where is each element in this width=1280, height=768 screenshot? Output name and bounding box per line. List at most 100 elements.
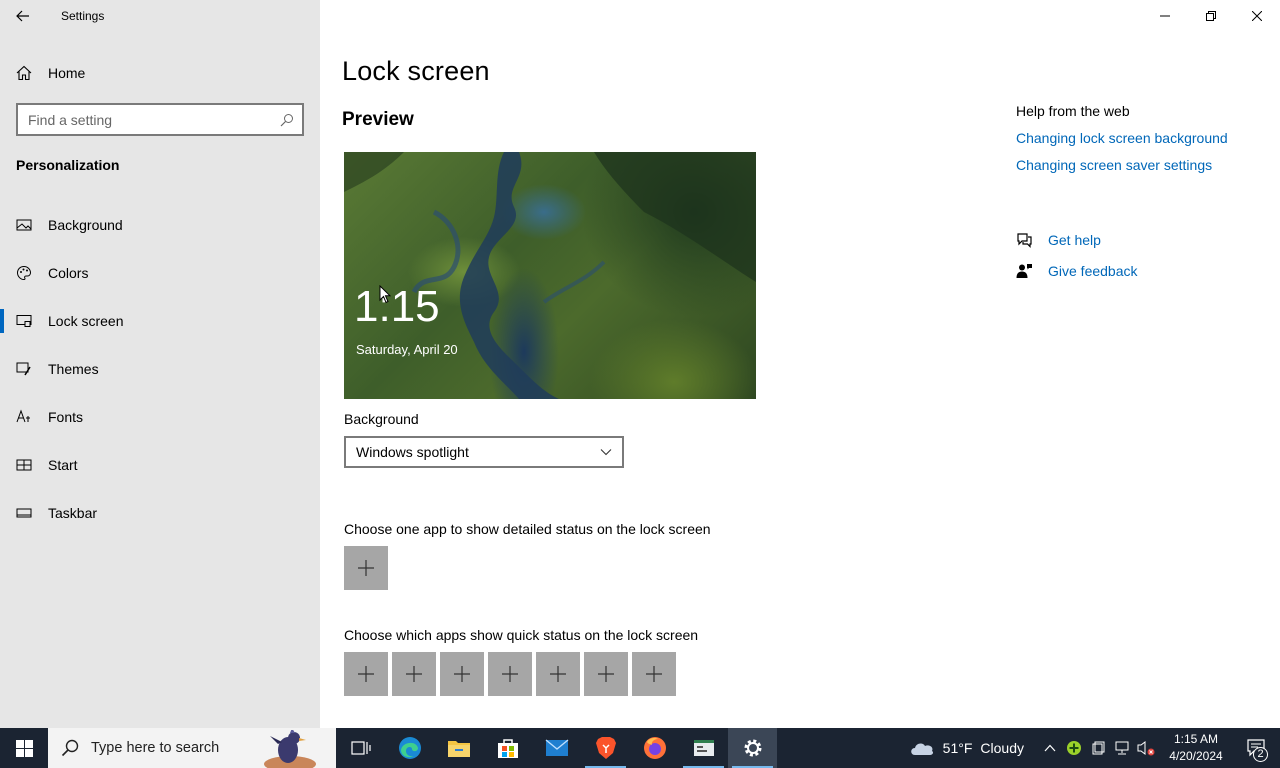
close-icon	[1252, 11, 1262, 21]
taskbar-app-file-explorer[interactable]	[434, 728, 483, 768]
quick-status-row	[344, 652, 676, 696]
green-plus-tray-icon	[1067, 741, 1081, 755]
plus-icon	[550, 666, 566, 682]
help-panel: Help from the web Changing lock screen b…	[1016, 103, 1266, 173]
tray-device-button[interactable]	[1086, 728, 1110, 768]
help-title: Help from the web	[1016, 103, 1130, 119]
preview-heading: Preview	[342, 109, 414, 130]
start-icon	[16, 459, 32, 471]
show-hidden-icons-button[interactable]	[1038, 728, 1062, 768]
home-nav-item[interactable]: Home	[16, 61, 85, 85]
help-link-screen-saver[interactable]: Changing screen saver settings	[1016, 157, 1266, 173]
restore-icon	[1206, 11, 1216, 21]
taskbar-app-settings[interactable]	[728, 728, 777, 768]
taskbar-app-mail[interactable]	[532, 728, 581, 768]
lock-screen-preview: 1:15 Saturday, April 20	[344, 152, 756, 399]
get-help-label: Get help	[1048, 232, 1101, 248]
background-label: Background	[344, 411, 419, 427]
preview-date: Saturday, April 20	[356, 342, 458, 357]
quick-status-app-button[interactable]	[632, 652, 676, 696]
sidebar-item-themes[interactable]: Themes	[0, 345, 320, 393]
taskbar: Type here to search 51°F Cloudy 1:15 AM …	[0, 728, 1280, 768]
quick-status-app-button[interactable]	[344, 652, 388, 696]
taskbar-app-edge[interactable]	[385, 728, 434, 768]
folder-icon	[447, 741, 470, 757]
volume-muted-icon	[1137, 741, 1155, 756]
restore-button[interactable]	[1188, 0, 1234, 32]
search-input[interactable]	[28, 111, 268, 128]
give-feedback-label: Give feedback	[1048, 263, 1138, 279]
quick-status-label: Choose which apps show quick status on t…	[344, 627, 699, 643]
find-setting-search[interactable]	[16, 103, 304, 136]
weather-widget[interactable]: 51°F Cloudy	[909, 740, 1024, 756]
taskbar-app-store[interactable]	[483, 728, 532, 768]
page-title: Lock screen	[342, 56, 490, 86]
notification-count: 2	[1253, 747, 1268, 762]
quick-status-app-button[interactable]	[440, 652, 484, 696]
tray-app-button[interactable]	[1062, 728, 1086, 768]
sidebar-item-taskbar[interactable]: Taskbar	[0, 489, 320, 537]
device-icon	[1092, 741, 1105, 755]
personalization-nav: Background Colors Lock screen Themes Fon…	[0, 201, 320, 537]
feedback-icon	[1016, 264, 1032, 278]
plus-icon	[598, 666, 614, 682]
brush-icon	[16, 362, 31, 376]
give-feedback-link[interactable]: Give feedback	[1016, 261, 1138, 281]
get-help-link[interactable]: Get help	[1016, 230, 1138, 250]
taskbar-app-firefox[interactable]	[630, 728, 679, 768]
sidebar-item-background[interactable]: Background	[0, 201, 320, 249]
title-bar: Settings	[0, 0, 320, 32]
sidebar-item-label: Colors	[48, 265, 89, 281]
system-tray: 51°F Cloudy 1:15 AM 4/20/2024 2	[909, 728, 1280, 768]
detailed-status-app-button[interactable]	[344, 546, 388, 590]
back-arrow-icon	[16, 10, 29, 22]
app-window-icon	[693, 740, 714, 756]
cloud-icon	[910, 743, 933, 755]
minimize-button[interactable]	[1142, 0, 1188, 32]
quick-status-app-button[interactable]	[488, 652, 532, 696]
quick-status-app-button[interactable]	[584, 652, 628, 696]
preview-time: 1:15	[354, 282, 440, 331]
sidebar-item-lock-screen[interactable]: Lock screen	[0, 297, 320, 345]
volume-button[interactable]	[1134, 728, 1158, 768]
chat-help-icon	[1017, 233, 1032, 248]
task-view-button[interactable]	[336, 728, 385, 768]
background-dropdown[interactable]: Windows spotlight	[344, 436, 624, 468]
clock-date: 4/20/2024	[1169, 749, 1223, 763]
close-button[interactable]	[1234, 0, 1280, 32]
back-button[interactable]	[0, 0, 46, 32]
taskbar-icon	[16, 508, 32, 518]
help-link-lock-screen-background[interactable]: Changing lock screen background	[1016, 130, 1266, 146]
minimize-icon	[1160, 15, 1170, 17]
sidebar-item-label: Fonts	[48, 409, 84, 425]
sidebar-item-colors[interactable]: Colors	[0, 249, 320, 297]
plus-icon	[454, 666, 470, 682]
main-content: Lock screen Preview 1:15 Saturday, April…	[320, 0, 1280, 728]
plus-icon	[406, 666, 422, 682]
help-actions: Get help Give feedback	[1016, 230, 1138, 292]
taskbar-search-box[interactable]: Type here to search	[48, 728, 336, 768]
plus-icon	[502, 666, 518, 682]
quick-status-app-button[interactable]	[536, 652, 580, 696]
weather-condition: Cloudy	[980, 740, 1024, 756]
sidebar-item-fonts[interactable]: Fonts	[0, 393, 320, 441]
search-highlight-bird-icon	[264, 730, 316, 768]
taskbar-clock[interactable]: 1:15 AM 4/20/2024	[1158, 731, 1234, 765]
taskbar-app-brave[interactable]	[581, 728, 630, 768]
clock-time: 1:15 AM	[1173, 732, 1219, 746]
quick-status-app-button[interactable]	[392, 652, 436, 696]
home-label: Home	[48, 65, 86, 81]
start-button[interactable]	[0, 728, 48, 768]
weather-temperature: 51°F	[942, 740, 973, 756]
taskbar-app-window[interactable]	[679, 728, 728, 768]
sidebar-item-start[interactable]: Start	[0, 441, 320, 489]
search-icon	[280, 113, 293, 126]
sidebar-item-label: Taskbar	[48, 505, 98, 521]
mail-icon	[545, 739, 568, 756]
image-icon	[16, 219, 32, 231]
lock-screen-icon	[16, 315, 32, 327]
gear-icon	[744, 739, 761, 757]
notification-center-button[interactable]: 2	[1234, 728, 1280, 768]
sidebar: Settings Home Personalization Background…	[0, 0, 320, 728]
network-button[interactable]	[1110, 728, 1134, 768]
